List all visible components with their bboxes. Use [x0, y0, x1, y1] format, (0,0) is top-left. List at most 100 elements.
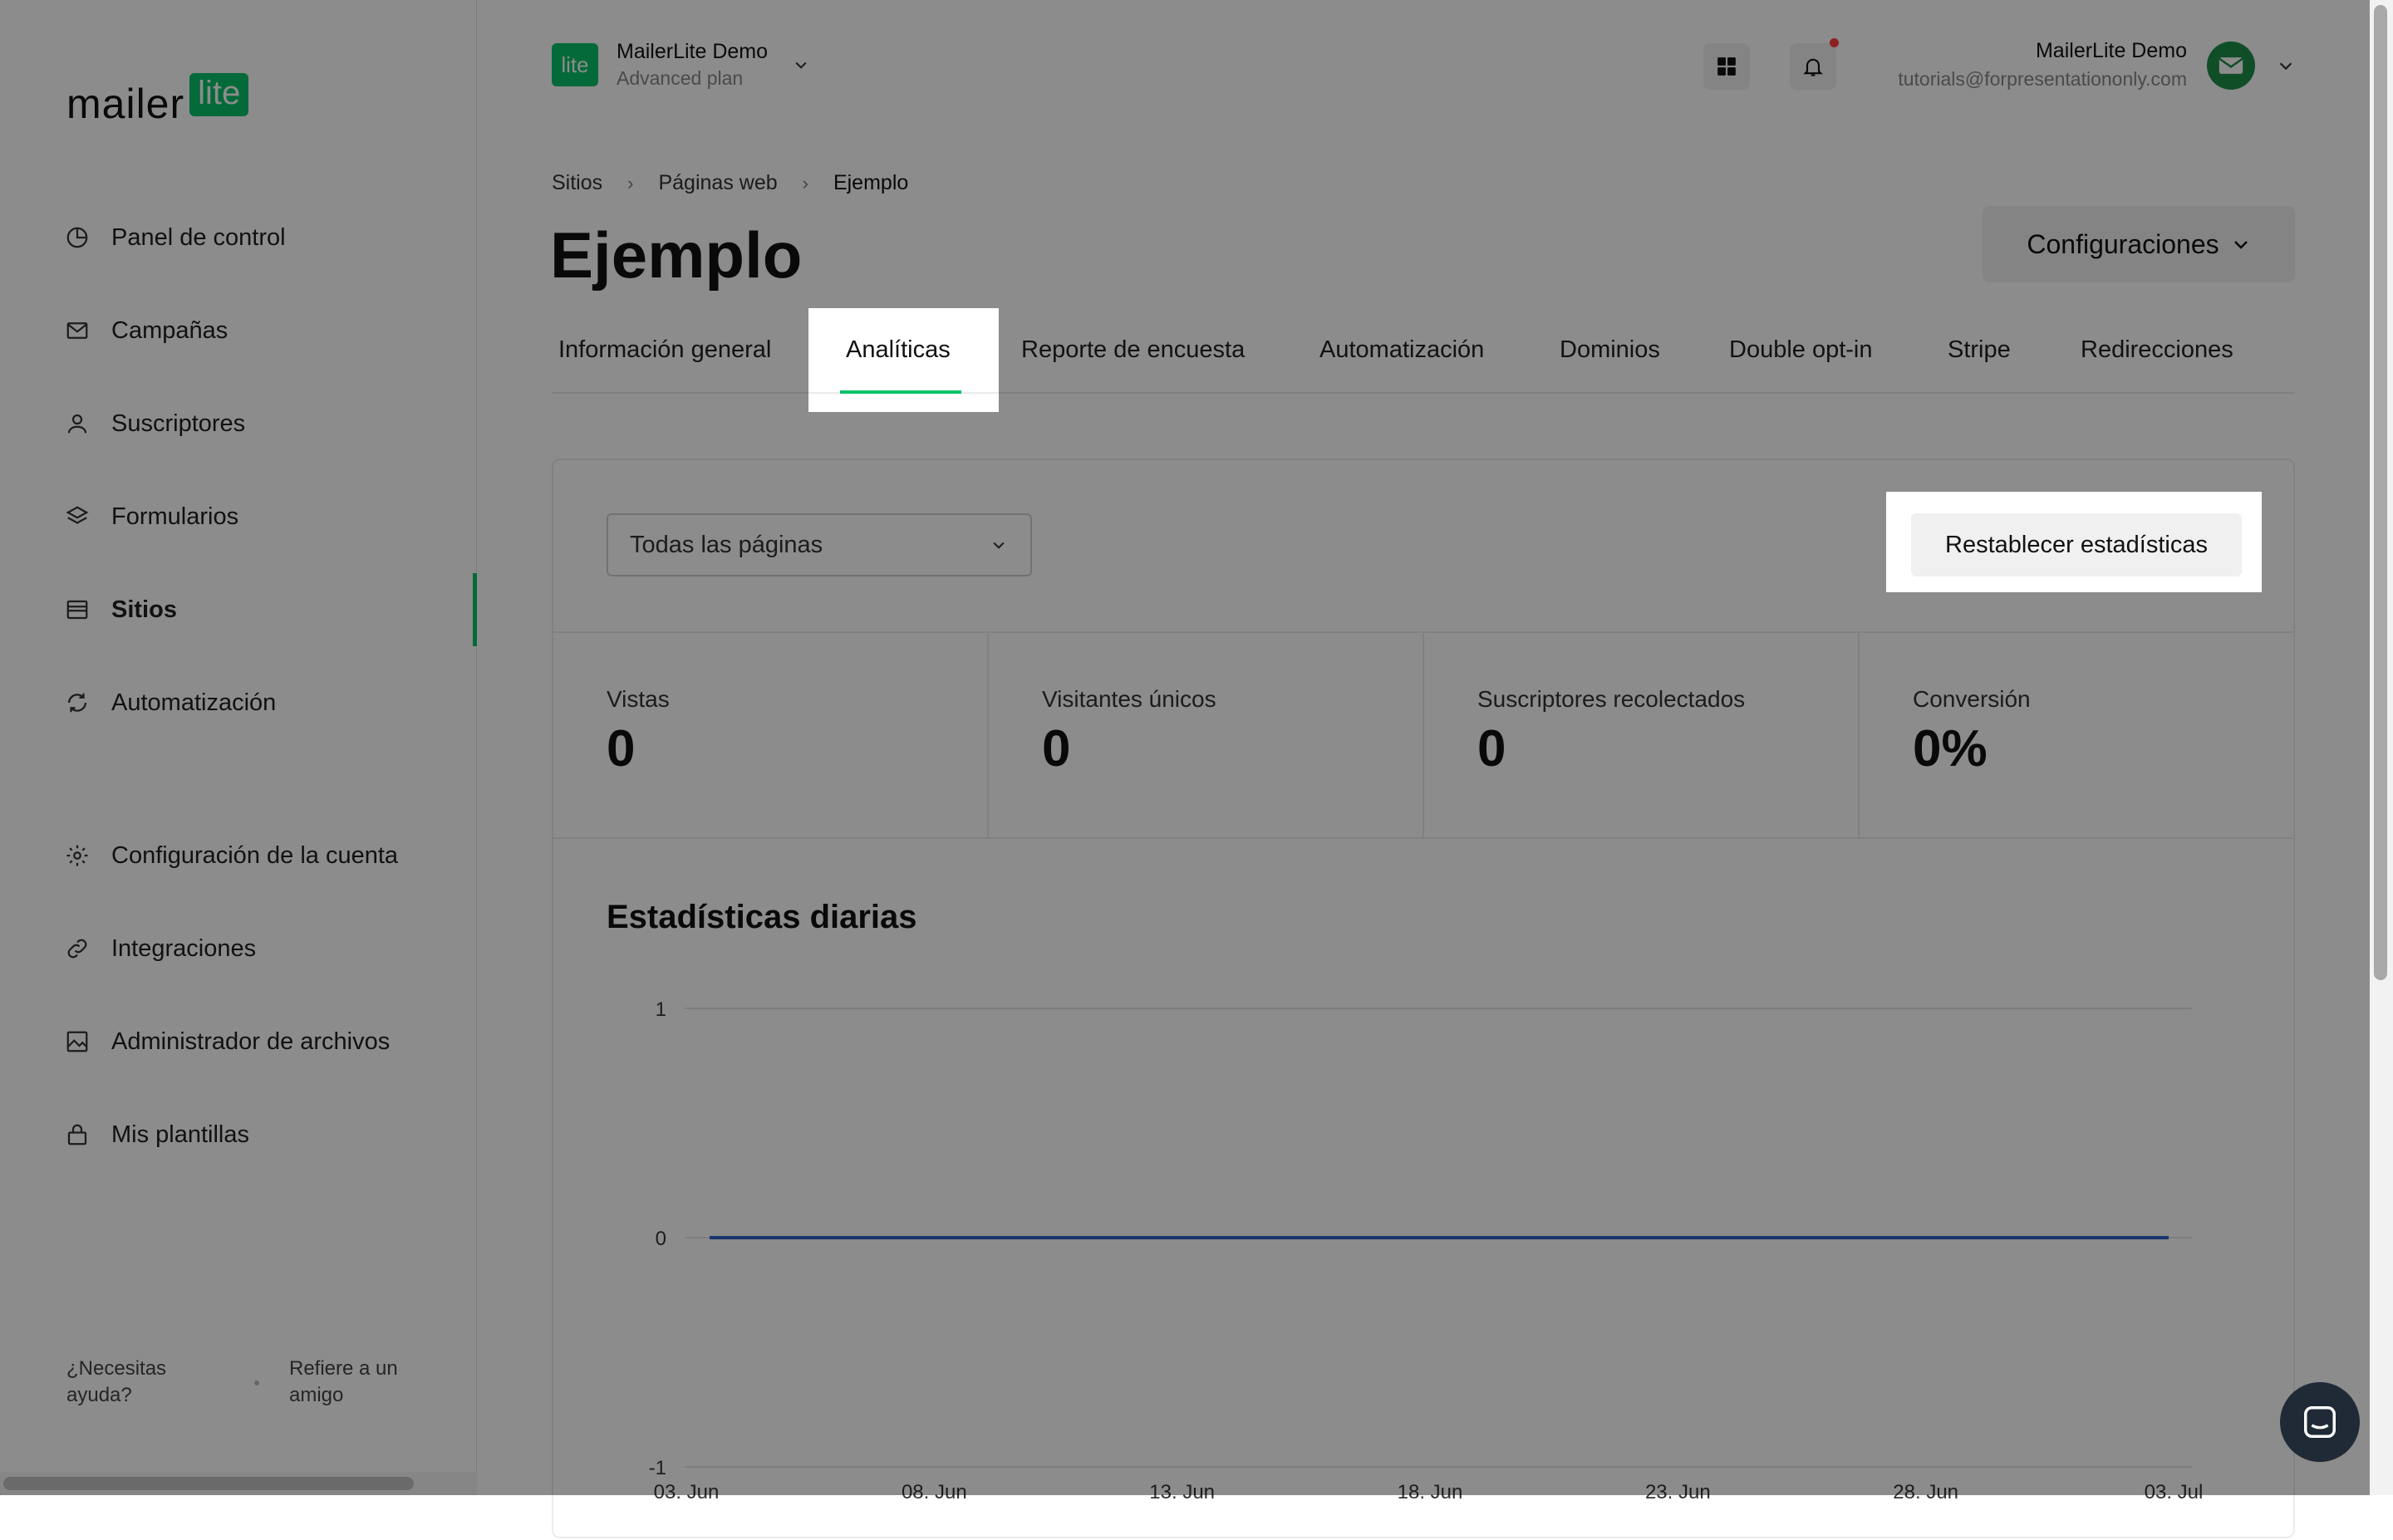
tab-redirects[interactable]: Redirecciones: [2081, 309, 2233, 390]
stat-label: Suscriptores recolectados: [1477, 686, 1746, 712]
tab-general-info[interactable]: Información general: [558, 309, 771, 390]
reset-stats-button[interactable]: Restablecer estadísticas: [1911, 513, 2242, 576]
active-nav-indicator: [473, 573, 477, 646]
sidebar-item-label: Formularios: [111, 503, 239, 530]
browser-icon: [66, 600, 88, 620]
tab-stripe[interactable]: Stripe: [1948, 309, 2011, 390]
x-tick-label: 03. Jul: [2145, 1481, 2204, 1503]
daily-stats-title: Estadísticas diarias: [607, 899, 917, 935]
chevron-down-icon: [795, 61, 807, 69]
gear-icon: [66, 845, 88, 866]
help-link[interactable]: ¿Necesitas ayuda?: [66, 1356, 191, 1409]
tab-automation[interactable]: Automatización: [1319, 309, 1484, 390]
bell-icon: [1803, 58, 1823, 76]
sidebar: mailer lite Panel de control Campañas Su…: [0, 0, 477, 1495]
sidebar-item-templates[interactable]: Mis plantillas: [65, 1111, 249, 1158]
chevron-down-icon: [993, 542, 1005, 549]
sidebar-item-label: Configuración de la cuenta: [111, 841, 399, 869]
notifications-button[interactable]: [1790, 43, 1836, 90]
logo-word: mailer: [66, 81, 185, 127]
analytics-card: Todas las páginas Restablecer estadístic…: [552, 459, 2295, 1538]
stat-label: Conversión: [1913, 686, 2031, 712]
sidebar-item-sites[interactable]: Sitios: [65, 586, 177, 633]
user-icon: [67, 414, 87, 434]
sidebar-item-label: Administrador de archivos: [111, 1027, 391, 1055]
page-title: Ejemplo: [550, 218, 803, 292]
page-filter-select[interactable]: Todas las páginas: [607, 513, 1032, 576]
sidebar-item-label: Panel de control: [111, 223, 286, 251]
account-logo: lite: [552, 43, 598, 86]
settings-dropdown-button[interactable]: Configuraciones: [1983, 206, 2295, 282]
daily-stats-chart: 1 0 -103. Jun 08. Jun 13. Jun 18. Jun 23. Jun 2…: [649, 998, 2204, 1503]
stat-label: Visitantes únicos: [1042, 686, 1216, 712]
avatar[interactable]: [2207, 42, 2255, 90]
x-tick-label: 18. Jun: [1398, 1481, 1463, 1503]
sidebar-scroll-thumb[interactable]: [3, 1477, 414, 1490]
tab-bar: Información general Analíticas Reporte d…: [552, 309, 2295, 394]
sidebar-item-campaigns[interactable]: Campañas: [65, 307, 228, 354]
refer-friend-link[interactable]: Refiere a un amigo: [289, 1356, 430, 1409]
stat-label: Vistas: [607, 686, 670, 712]
y-tick-label: 1: [656, 998, 666, 1021]
tab-domains[interactable]: Dominios: [1560, 309, 1660, 390]
tab-analytics[interactable]: Analíticas: [846, 309, 951, 390]
active-tab-indicator: [840, 390, 961, 394]
x-tick-label: 08. Jun: [902, 1481, 967, 1503]
sidebar-item-label: Campañas: [111, 316, 228, 344]
tab-survey-report[interactable]: Reporte de encuesta: [1021, 309, 1245, 390]
sidebar-item-account-settings[interactable]: Configuración de la cuenta: [65, 832, 398, 879]
breadcrumb-current: Ejemplo: [833, 171, 909, 194]
breadcrumb: Sitios › Páginas web › Ejemplo: [552, 171, 908, 195]
stat-value: 0%: [1913, 720, 1988, 777]
envelope-icon: [2219, 57, 2243, 74]
stat-value: 0: [1477, 720, 1506, 777]
user-menu[interactable]: MailerLite Demo tutorials@forpresentatio…: [1898, 37, 2187, 93]
sidebar-item-forms[interactable]: Formularios: [65, 493, 238, 540]
layers-icon: [66, 506, 89, 524]
breadcrumb-web-pages[interactable]: Páginas web: [658, 171, 777, 195]
sidebar-item-label: Sitios: [111, 596, 177, 623]
sidebar-item-dashboard[interactable]: Panel de control: [65, 214, 286, 261]
breadcrumb-sites[interactable]: Sitios: [552, 171, 602, 195]
settings-label: Configuraciones: [2027, 228, 2219, 259]
chevron-right-icon: ›: [802, 172, 808, 194]
sidebar-item-label: Mis plantillas: [111, 1121, 249, 1148]
stats-row: Vistas 0 Visitantes únicos 0 Suscriptore…: [553, 631, 2293, 839]
card-toolbar: Todas las páginas Restablecer estadístic…: [553, 460, 2293, 633]
x-tick-label: 03. Jun: [654, 1481, 720, 1503]
y-tick-label: 0: [656, 1228, 666, 1250]
tab-double-opt-in[interactable]: Double opt-in: [1729, 309, 1873, 390]
user-email: tutorials@forpresentationonly.com: [1898, 68, 2187, 90]
stat-unique-visitors: Visitantes únicos 0: [989, 631, 1424, 837]
sidebar-item-file-manager[interactable]: Administrador de archivos: [65, 1018, 390, 1065]
stat-conversion: Conversión 0%: [1860, 631, 2293, 837]
x-tick-label: 23. Jun: [1645, 1481, 1711, 1503]
mail-icon: [66, 322, 88, 339]
lock-icon: [67, 1124, 87, 1145]
image-icon: [66, 1031, 88, 1052]
chat-icon: [2304, 1406, 2336, 1438]
x-tick-label: 28. Jun: [1893, 1481, 1958, 1503]
x-tick-label: 13. Jun: [1149, 1481, 1215, 1503]
stat-value: 0: [1042, 720, 1071, 777]
grid-icon: [1717, 57, 1736, 76]
account-name: MailerLite Demo: [617, 40, 769, 63]
sidebar-item-label: Suscriptores: [111, 410, 246, 437]
sidebar-item-automation[interactable]: Automatización: [65, 679, 276, 726]
chevron-down-icon[interactable]: [2277, 56, 2295, 75]
chat-support-button[interactable]: [2280, 1382, 2360, 1462]
stat-subscribers-collected: Suscriptores recolectados 0: [1424, 631, 1860, 837]
link-icon: [67, 939, 87, 959]
sidebar-item-subscribers[interactable]: Suscriptores: [65, 400, 245, 447]
apps-grid-button[interactable]: [1703, 43, 1750, 90]
account-switcher[interactable]: lite MailerLite Demo Advanced plan: [552, 38, 809, 91]
chevron-down-icon: [2233, 241, 2248, 249]
logo-badge: lite: [189, 73, 249, 116]
chart-pie-icon: [66, 227, 88, 248]
chevron-right-icon: ›: [627, 172, 634, 194]
stat-views: Vistas 0: [553, 631, 989, 837]
mailerlite-logo[interactable]: mailer lite: [66, 66, 249, 127]
main-scroll-thumb[interactable]: [2374, 5, 2387, 980]
sidebar-item-integrations[interactable]: Integraciones: [65, 925, 256, 972]
y-tick-label: -1: [649, 1457, 666, 1479]
